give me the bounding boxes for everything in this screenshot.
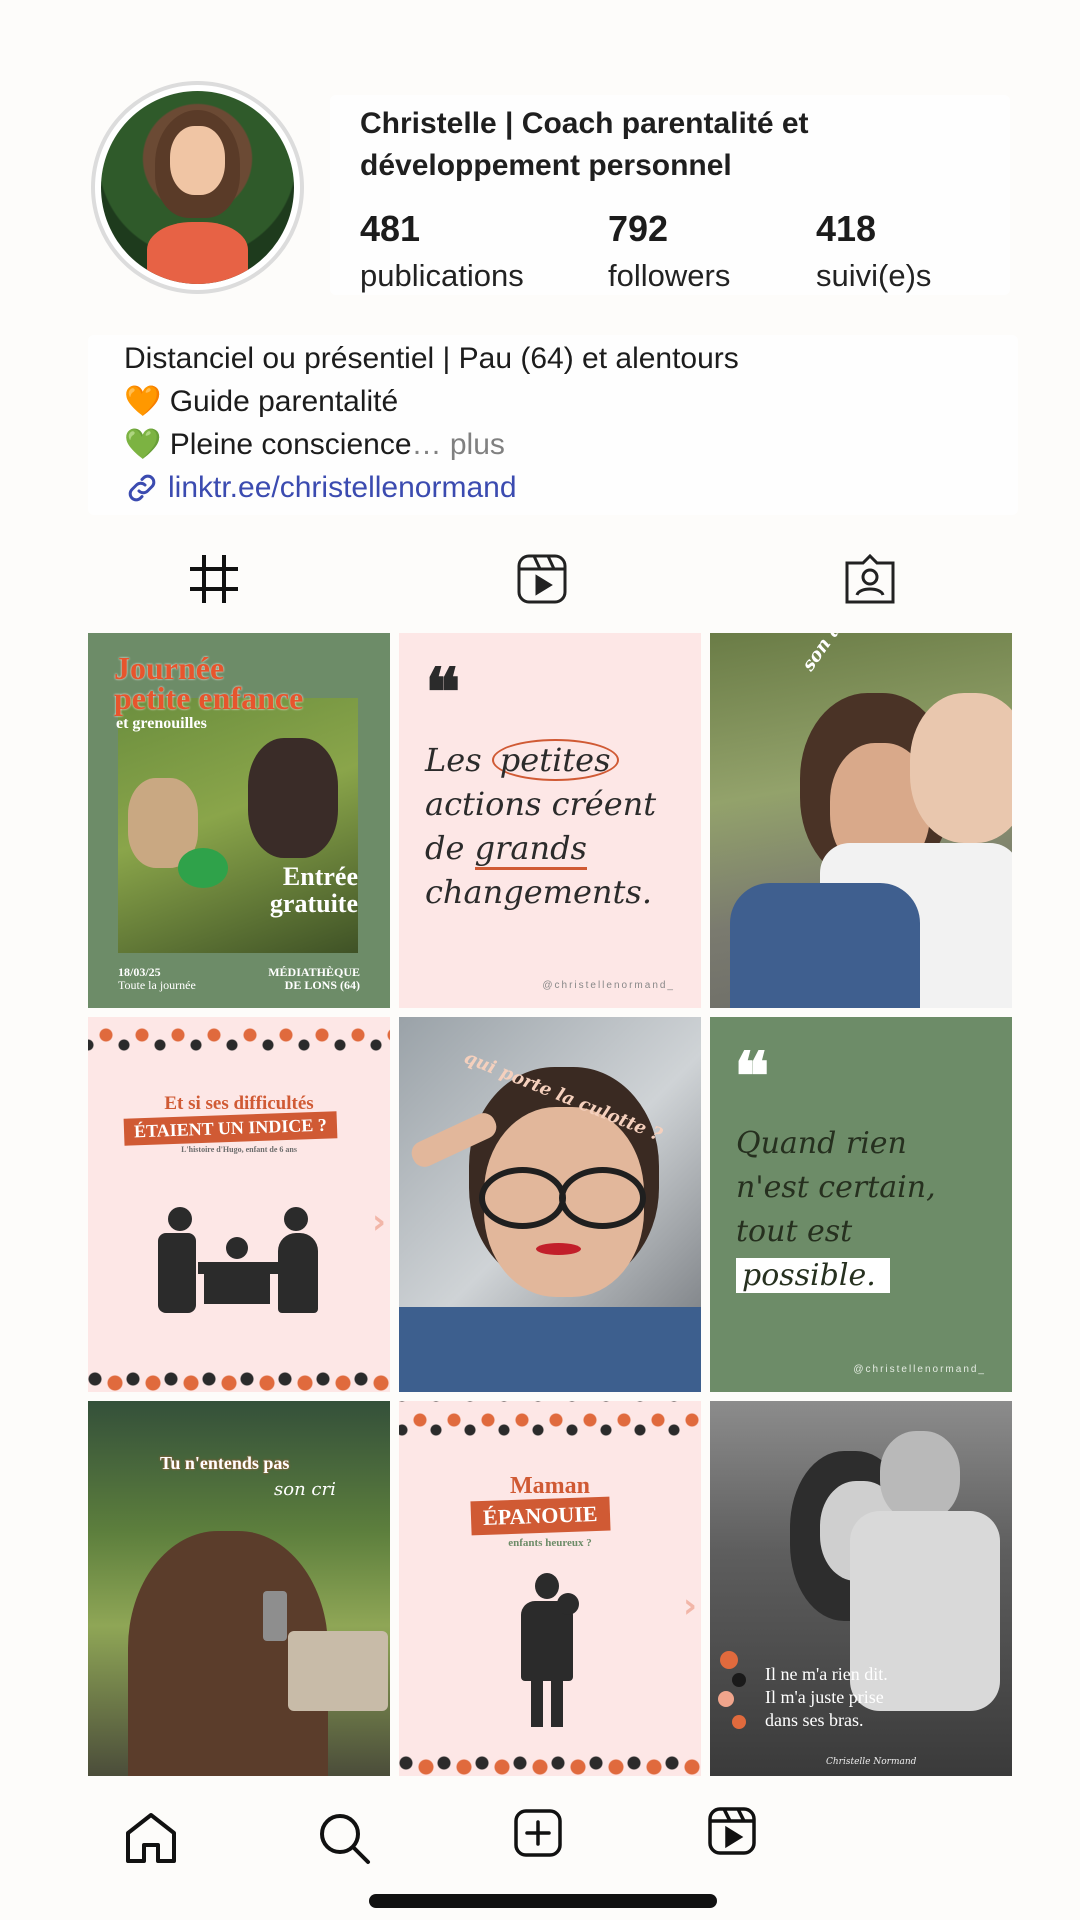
post-1-date: 18/03/25 Toute la journée <box>118 965 196 992</box>
search-icon <box>320 1814 370 1864</box>
grid-icon <box>190 555 238 603</box>
avatar[interactable] <box>101 91 294 284</box>
post-8[interactable]: Maman ÉPANOUIE enfants heureux ? › <box>399 1401 701 1776</box>
stat-label: suivi(e)s <box>816 258 932 293</box>
post-4[interactable]: Et si ses difficultés ÉTAIENT UN INDICE … <box>88 1017 390 1392</box>
orange-heart-icon: 🧡 <box>124 385 162 418</box>
post-4-line2: ÉTAIENT UN INDICE ? <box>123 1111 338 1146</box>
quote-mark-icon: ❝ <box>734 1037 770 1115</box>
reels-icon <box>517 554 567 604</box>
stat-value: 481 <box>360 208 421 249</box>
stat-publications[interactable]: 481 publications <box>360 208 524 294</box>
bio-ellipsis: … <box>411 428 442 461</box>
stat-value: 418 <box>816 208 877 249</box>
nav-search[interactable] <box>317 1811 371 1865</box>
post-1-subtitle: et grenouilles <box>116 715 207 732</box>
stat-following[interactable]: 418 suivi(e)s <box>816 208 931 294</box>
post-5[interactable]: qui porte la culotte ? <box>399 1017 701 1392</box>
post-2[interactable]: ❝ Les petites actions créent de grands c… <box>399 633 701 1008</box>
post-3-caption: son audace <box>798 633 880 675</box>
bio-mindfulness-text: Pleine conscience <box>169 428 412 461</box>
tab-reels[interactable] <box>516 553 568 605</box>
post-9-quote: Il ne m'a rien dit. Il m'a juste prise d… <box>765 1664 888 1730</box>
post-3[interactable]: son audace <box>710 633 1012 1008</box>
post-9[interactable]: Il ne m'a rien dit. Il m'a juste prise d… <box>710 1401 1012 1776</box>
home-icon <box>126 1813 176 1863</box>
post-7-line2: son cri <box>274 1479 336 1500</box>
post-9-signature: Christelle Normand <box>826 1757 917 1767</box>
bio-link-text: linktr.ee/christellenormand <box>168 471 517 504</box>
mother-child-icon <box>517 1573 587 1733</box>
bio-line-location: Distanciel ou présentiel | Pau (64) et a… <box>124 342 739 375</box>
post-4-line1: Et si ses difficultés <box>164 1093 314 1114</box>
post-7-line1: Tu n'entends pas <box>160 1453 290 1473</box>
tab-tagged[interactable] <box>844 553 896 605</box>
home-indicator[interactable] <box>369 1894 717 1908</box>
bio-link[interactable]: linktr.ee/christellenormand <box>124 466 517 509</box>
post-1[interactable]: Journée petite enfance et grenouilles En… <box>88 633 390 1008</box>
next-arrow-icon: › <box>371 1202 386 1242</box>
stat-label: followers <box>608 258 731 293</box>
post-1-cta: Entrée gratuite <box>269 862 358 918</box>
post-2-quote: Les petites actions créent de grands cha… <box>425 739 657 911</box>
parents-child-desk-icon <box>148 1207 328 1317</box>
nav-home[interactable] <box>124 1811 178 1865</box>
post-8-line2: ÉPANOUIE <box>470 1496 611 1536</box>
post-1-title: Journée petite enfance <box>114 650 304 716</box>
quote-mark-icon: ❝ <box>425 653 461 731</box>
nav-reels[interactable] <box>707 1806 757 1856</box>
bio-line-guide: 🧡 Guide parentalité <box>124 380 398 423</box>
post-8-line1: Maman <box>510 1473 590 1499</box>
post-8-line3: enfants heureux ? <box>508 1537 592 1549</box>
profile-name-line2: développement personnel <box>360 149 732 182</box>
green-heart-icon: 💚 <box>124 428 162 461</box>
stat-value: 792 <box>608 208 669 249</box>
more-link[interactable]: plus <box>450 428 505 461</box>
post-1-place: MÉDIATHÈQUE DE LONS (64) <box>268 965 360 992</box>
tagged-icon <box>845 553 895 604</box>
stat-followers[interactable]: 792 followers <box>608 208 730 294</box>
post-6-quote: Quand rien n'est certain, tout est possi… <box>736 1126 936 1293</box>
post-6-handle: @christellenormand_ <box>853 1364 986 1375</box>
bio-line-mindfulness: 💚 Pleine conscience… plus <box>124 423 505 466</box>
add-post-icon <box>514 1809 562 1857</box>
nav-create[interactable] <box>513 1808 563 1858</box>
next-arrow-icon: › <box>682 1586 697 1626</box>
post-7[interactable]: Tu n'entends pas son cri <box>88 1401 390 1776</box>
post-2-handle: @christellenormand_ <box>542 980 675 991</box>
profile-name-line1: Christelle | Coach parentalité et <box>360 107 809 140</box>
stat-label: publications <box>360 258 524 293</box>
tab-grid[interactable] <box>188 553 240 605</box>
post-6[interactable]: ❝ Quand rien n'est certain, tout est pos… <box>710 1017 1012 1392</box>
link-icon <box>128 474 156 501</box>
bio-guide-text: Guide parentalité <box>169 385 399 418</box>
post-4-line3: L'histoire d'Hugo, enfant de 6 ans <box>181 1145 297 1154</box>
reels-icon <box>708 1807 756 1855</box>
